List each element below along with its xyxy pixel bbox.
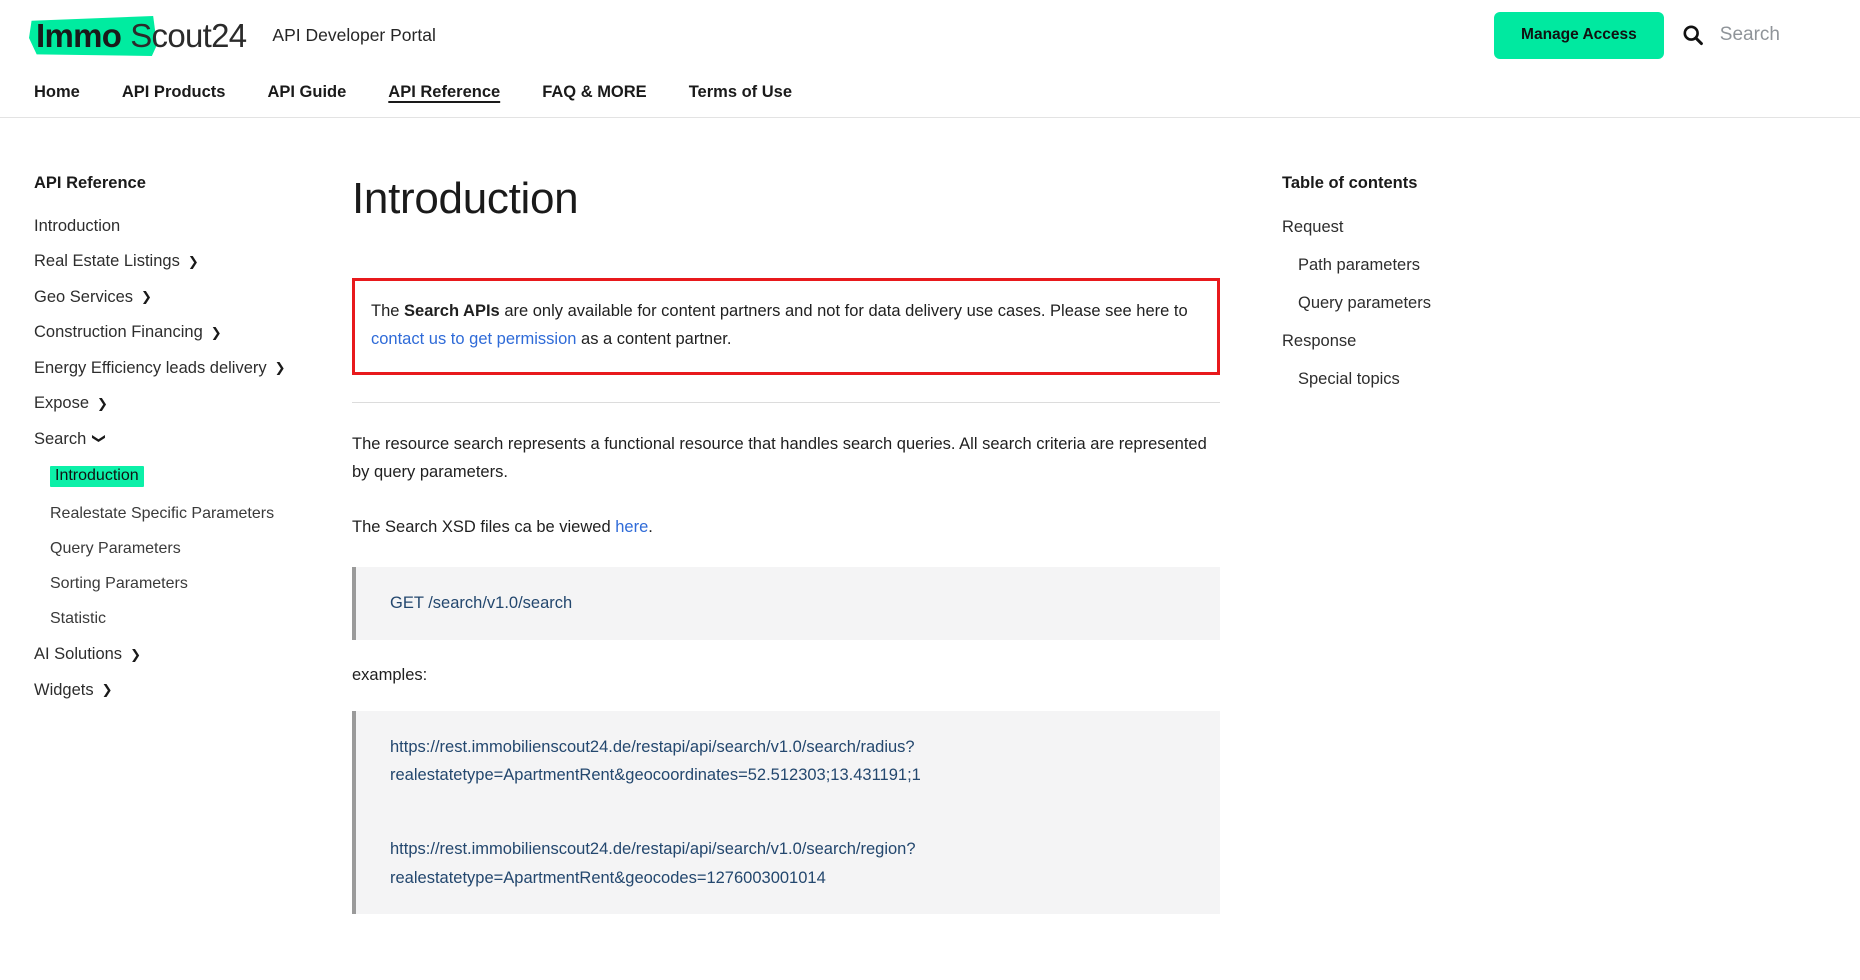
sidebar-item-query-parameters[interactable]: Query Parameters — [34, 532, 310, 567]
callout-text-mid: are only available for content partners … — [499, 302, 1188, 320]
sidebar-item-label: Construction Financing — [34, 323, 203, 341]
callout-text-after: as a content partner. — [576, 330, 732, 349]
chevron-right-icon: ❯ — [97, 395, 108, 411]
sidebar-item-statistic[interactable]: Statistic — [34, 602, 310, 637]
logo-text: Immo Scout24 — [34, 16, 247, 54]
nav-item-api-reference[interactable]: API Reference — [388, 83, 500, 104]
contact-us-link[interactable]: contact us to get permission — [371, 330, 576, 348]
nav-item-home[interactable]: Home — [34, 83, 80, 104]
search-icon[interactable] — [1680, 22, 1706, 48]
example-url-region: https://rest.immobilienscout24.de/restap… — [390, 839, 916, 887]
endpoint-code-line: GET /search/v1.0/search — [390, 593, 573, 612]
table-of-contents: Table of contents Request Path parameter… — [1240, 174, 1540, 398]
logo-wrap: Immo Scout24 — [29, 12, 247, 58]
sidebar-item-label: Query Parameters — [50, 540, 181, 557]
chevron-right-icon: ❯ — [187, 253, 199, 269]
content-divider — [352, 401, 1220, 403]
chevron-right-icon: ❯ — [101, 682, 113, 698]
page-layout: API Reference Introduction Real Estate L… — [0, 118, 1860, 940]
toc-item-request[interactable]: Request — [1282, 208, 1540, 246]
toc-title: Table of contents — [1282, 174, 1418, 192]
sidebar-item-search-introduction[interactable]: Introduction — [34, 457, 310, 497]
sidebar-title[interactable]: API Reference — [34, 174, 310, 193]
page-title: Introduction — [352, 174, 579, 223]
sidebar-item-label: Realestate Specific Parameters — [50, 505, 275, 522]
brand-logo[interactable]: Immo Scout24 — [29, 12, 247, 58]
logo-immo-text: Immo — [36, 16, 122, 54]
nav-item-api-products[interactable]: API Products — [122, 83, 226, 104]
chevron-right-icon: ❯ — [210, 324, 222, 340]
chevron-down-icon: ❯ — [92, 433, 108, 445]
main-content: Introduction The Search APIs are only av… — [320, 174, 1240, 940]
sidebar-item-label: Expose — [34, 394, 90, 412]
nav-item-faq-more[interactable]: FAQ & MORE — [542, 83, 647, 104]
portal-title: API Developer Portal — [272, 24, 436, 45]
sidebar-item-label: Geo Services — [34, 287, 134, 306]
toc-item-response[interactable]: Response — [1282, 322, 1540, 360]
sidebar-item-label-highlighted: Introduction — [50, 466, 144, 487]
endpoint-code-block: GET /search/v1.0/search — [352, 566, 1220, 640]
sidebar-item-expose[interactable]: Expose ❯ — [34, 386, 310, 422]
sidebar-item-label: Search — [34, 429, 87, 448]
search-input[interactable]: Search — [1720, 24, 1780, 46]
chevron-right-icon: ❯ — [130, 646, 141, 662]
sidebar-item-search[interactable]: Search ❯ — [34, 421, 310, 457]
sidebar-item-sorting-parameters[interactable]: Sorting Parameters — [34, 567, 310, 602]
chevron-right-icon: ❯ — [274, 360, 286, 376]
sidebar-item-label: Statistic — [50, 610, 107, 627]
site-header: Immo Scout24 API Developer Portal Manage … — [0, 0, 1860, 70]
manage-access-button[interactable]: Manage Access — [1494, 11, 1664, 59]
sidebar-item-ai-solutions[interactable]: AI Solutions ❯ — [34, 637, 310, 673]
sidebar-item-widgets[interactable]: Widgets ❯ — [34, 672, 310, 708]
toc-item-path-parameters[interactable]: Path parameters — [1282, 246, 1540, 284]
sidebar-item-introduction[interactable]: Introduction — [34, 208, 310, 244]
header-right-group: Manage Access Search — [1494, 11, 1836, 59]
sidebar-item-label: AI Solutions — [34, 645, 123, 663]
sidebar-item-energy-efficiency-leads-delivery[interactable]: Energy Efficiency leads delivery ❯ — [34, 350, 310, 386]
example-url-radius: https://rest.immobilienscout24.de/restap… — [390, 737, 921, 785]
sidebar-item-construction-financing[interactable]: Construction Financing ❯ — [34, 315, 310, 351]
xsd-text-after: . — [648, 517, 653, 536]
sidebar-item-label: Real Estate Listings — [34, 252, 180, 270]
xsd-paragraph: The Search XSD files ca be viewed here. — [352, 513, 1220, 541]
main-navigation: Home API Products API Guide API Referenc… — [0, 70, 1860, 118]
sidebar-item-label: Energy Efficiency leads delivery — [34, 358, 267, 377]
callout-bold-text: Search APIs — [404, 302, 500, 320]
sidebar-item-realestate-specific-parameters[interactable]: Realestate Specific Parameters — [34, 497, 310, 532]
sidebar-navigation: API Reference Introduction Real Estate L… — [0, 174, 320, 708]
sidebar-item-geo-services[interactable]: Geo Services ❯ — [34, 279, 310, 315]
nav-item-terms-of-use[interactable]: Terms of Use — [689, 83, 792, 104]
sidebar-item-label: Introduction — [34, 216, 121, 235]
sidebar-item-label: Sorting Parameters — [50, 575, 188, 592]
search-area[interactable]: Search — [1680, 22, 1780, 48]
toc-item-special-topics[interactable]: Special topics — [1282, 360, 1540, 398]
xsd-here-link[interactable]: here — [615, 518, 648, 536]
toc-item-query-parameters[interactable]: Query parameters — [1282, 284, 1540, 322]
intro-paragraph: The resource search represents a functio… — [352, 434, 1207, 482]
code-spacer — [390, 790, 1220, 835]
chevron-right-icon: ❯ — [141, 289, 152, 305]
nav-item-api-guide[interactable]: API Guide — [267, 83, 346, 104]
examples-code-block: https://rest.immobilienscout24.de/restap… — [352, 710, 1220, 915]
examples-label: examples: — [352, 665, 428, 684]
logo-scout-text: Scout24 — [130, 16, 247, 54]
xsd-text-before: The Search XSD files ca be viewed — [352, 517, 616, 536]
callout-text-before: The — [371, 302, 405, 320]
warning-callout: The Search APIs are only available for c… — [352, 278, 1220, 375]
sidebar-item-real-estate-listings[interactable]: Real Estate Listings ❯ — [34, 244, 310, 280]
sidebar-item-label: Widgets — [34, 680, 94, 699]
